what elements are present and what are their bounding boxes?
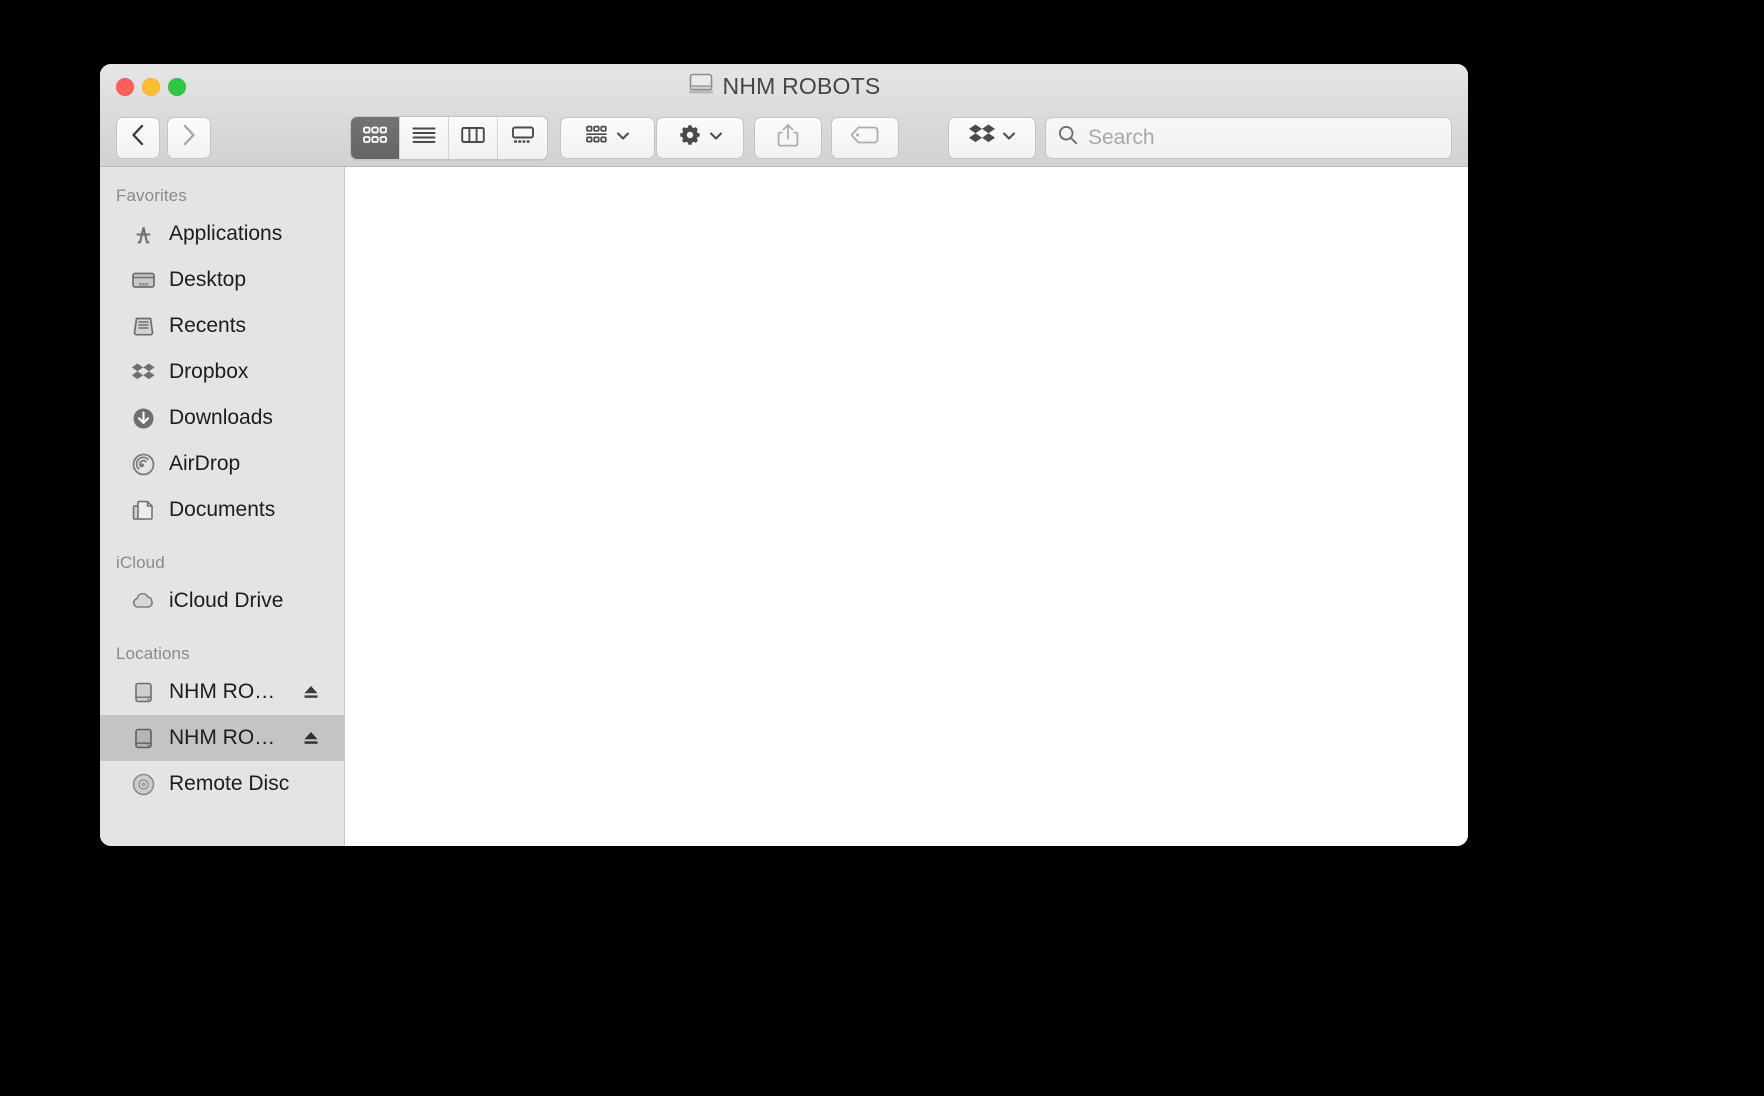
sidebar-item-label: Desktop xyxy=(169,268,247,291)
share-button[interactable] xyxy=(754,116,822,159)
navigation-buttons xyxy=(116,116,211,159)
tags-button[interactable] xyxy=(831,116,899,159)
downloads-icon xyxy=(130,405,157,432)
window-title-group: NHM ROBOTS xyxy=(100,72,1468,101)
forward-button[interactable] xyxy=(167,116,211,159)
sidebar-item-recents[interactable]: Recents xyxy=(100,303,344,349)
window-toolbar: Search xyxy=(100,109,1468,167)
sidebar-item-label: AirDrop xyxy=(169,452,241,475)
external-drive-icon xyxy=(130,679,157,706)
list-view-button[interactable] xyxy=(400,116,449,159)
sidebar-item-label: Recents xyxy=(169,314,247,337)
sidebar-item-remote-disc[interactable]: Remote Disc xyxy=(100,761,344,807)
sidebar-item-airdrop[interactable]: AirDrop xyxy=(100,441,344,487)
optical-disc-icon xyxy=(130,771,157,798)
airdrop-icon xyxy=(130,451,157,478)
external-drive-icon xyxy=(688,72,714,101)
documents-icon xyxy=(130,497,157,524)
sidebar-item-label: Applications xyxy=(169,222,283,245)
column-view-button[interactable] xyxy=(449,116,498,159)
tag-icon xyxy=(850,125,880,150)
sidebar-item-label: Downloads xyxy=(169,406,273,429)
chevron-left-icon xyxy=(130,123,146,152)
sidebar-item-label: NHM RO… xyxy=(169,680,276,703)
sidebar: Favorites Applications Desktop Recents D… xyxy=(100,167,345,846)
search-input[interactable]: Search xyxy=(1088,126,1155,150)
back-button[interactable] xyxy=(116,116,160,159)
action-menu-button[interactable] xyxy=(656,116,744,159)
dropbox-icon xyxy=(130,359,157,386)
desktop-icon xyxy=(130,267,157,294)
columns-icon xyxy=(460,125,486,150)
window-titlebar[interactable]: NHM ROBOTS xyxy=(100,64,1468,109)
file-content-area[interactable] xyxy=(345,167,1468,846)
sidebar-item-label: Dropbox xyxy=(169,360,249,383)
grid-icon xyxy=(362,125,388,150)
icon-view-button[interactable] xyxy=(351,116,400,159)
share-icon xyxy=(776,122,800,153)
applications-icon xyxy=(130,221,157,248)
minimize-window-button[interactable] xyxy=(142,78,160,96)
maximize-window-button[interactable] xyxy=(168,78,186,96)
dropbox-icon xyxy=(968,122,996,153)
chevron-down-icon xyxy=(708,129,724,147)
page-title: NHM ROBOTS xyxy=(722,73,881,99)
chevron-down-icon xyxy=(615,129,631,147)
sidebar-item-dropbox[interactable]: Dropbox xyxy=(100,349,344,395)
sidebar-item-applications[interactable]: Applications xyxy=(100,211,344,257)
gallery-icon xyxy=(510,125,536,150)
arrange-icon xyxy=(584,124,610,151)
recents-icon xyxy=(130,313,157,340)
dropbox-button[interactable] xyxy=(948,116,1036,159)
search-icon xyxy=(1057,124,1079,151)
sidebar-section-locations-title: Locations xyxy=(116,644,190,663)
chevron-down-icon xyxy=(1001,129,1017,147)
traffic-light-group xyxy=(116,78,186,96)
sidebar-item-nhm-robots-1[interactable]: NHM RO… xyxy=(100,669,344,715)
icloud-icon xyxy=(130,588,157,615)
window-body: Favorites Applications Desktop Recents D… xyxy=(100,167,1468,846)
sidebar-item-label: Remote Disc xyxy=(169,772,290,795)
sidebar-section-icloud-title: iCloud xyxy=(116,553,165,572)
external-drive-icon xyxy=(130,725,157,752)
close-window-button[interactable] xyxy=(116,78,134,96)
sidebar-item-label: Documents xyxy=(169,498,276,521)
sidebar-item-desktop[interactable]: Desktop xyxy=(100,257,344,303)
arrange-button[interactable] xyxy=(560,116,655,159)
list-icon xyxy=(411,125,437,150)
gear-icon xyxy=(677,122,703,153)
sidebar-item-downloads[interactable]: Downloads xyxy=(100,395,344,441)
gallery-view-button[interactable] xyxy=(498,116,547,159)
view-mode-segmented-control xyxy=(350,115,548,160)
eject-icon[interactable] xyxy=(302,729,320,747)
sidebar-item-icloud-drive[interactable]: iCloud Drive xyxy=(100,578,344,624)
sidebar-section-favorites-title: Favorites xyxy=(116,186,187,205)
sidebar-item-label: NHM RO… xyxy=(169,726,276,749)
sidebar-item-documents[interactable]: Documents xyxy=(100,487,344,533)
sidebar-item-label: iCloud Drive xyxy=(169,589,284,612)
search-field[interactable]: Search xyxy=(1045,116,1452,159)
chevron-right-icon xyxy=(181,123,197,152)
sidebar-item-nhm-robots-2[interactable]: NHM RO… xyxy=(100,715,344,761)
finder-window: NHM ROBOTS Search Favorites Applications… xyxy=(100,64,1468,846)
eject-icon[interactable] xyxy=(302,683,320,701)
